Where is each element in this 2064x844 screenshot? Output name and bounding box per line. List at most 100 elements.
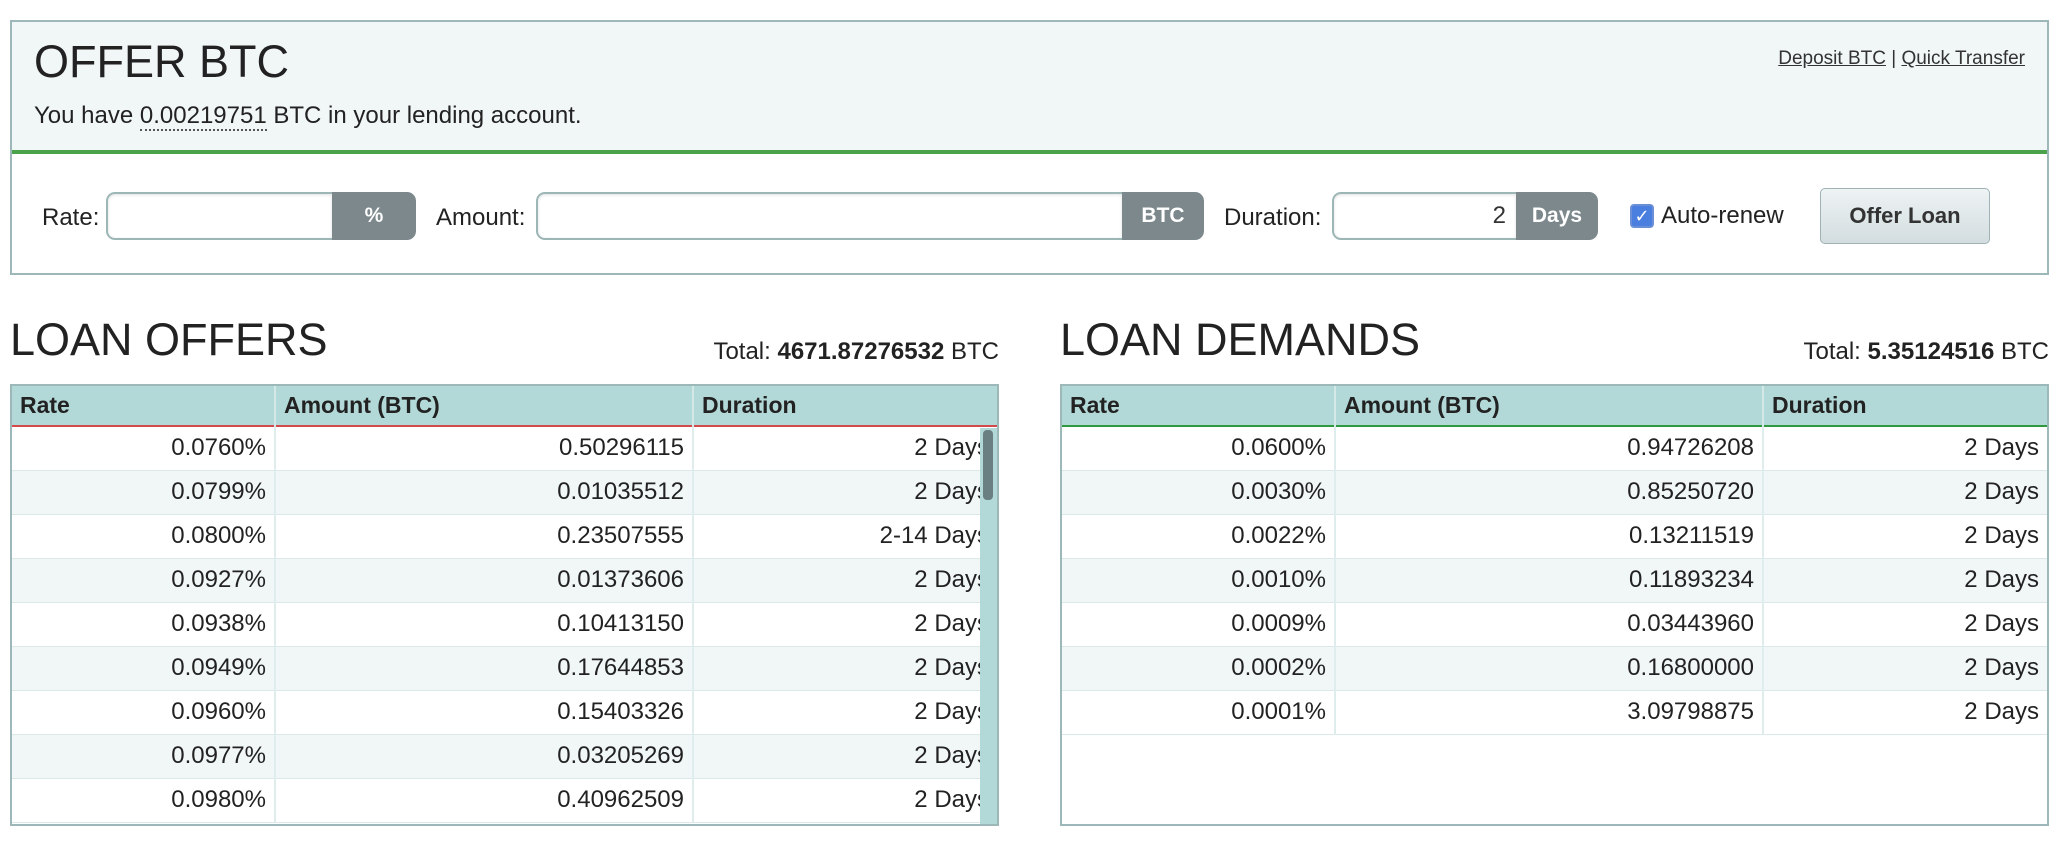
scrollbar-thumb[interactable] bbox=[983, 430, 993, 500]
total-value: 4671.87276532 bbox=[777, 338, 945, 365]
rate-input[interactable] bbox=[106, 192, 332, 240]
amount-input[interactable] bbox=[536, 192, 1122, 240]
table-row[interactable]: 0.0760% 0.50296115 2 Days bbox=[12, 426, 997, 471]
loan-offers-scrollbar[interactable] bbox=[980, 428, 997, 824]
cell-duration: 2 Days bbox=[693, 558, 997, 603]
amount-input-group: BTC bbox=[536, 192, 1204, 240]
cell-amount: 0.50296115 bbox=[275, 426, 694, 471]
cell-rate: 0.0960% bbox=[12, 690, 276, 735]
cell-duration: 2 Days bbox=[1763, 690, 2047, 735]
total-label: Total: bbox=[1803, 338, 1861, 365]
table-row[interactable]: 0.0001% 3.09798875 2 Days bbox=[1062, 690, 2047, 735]
table-row[interactable]: 0.0938% 0.10413150 2 Days bbox=[12, 602, 997, 647]
duration-input-group: Days bbox=[1332, 192, 1598, 240]
cell-duration: 2 Days bbox=[693, 426, 997, 471]
lending-balance-value[interactable]: 0.00219751 bbox=[139, 102, 267, 131]
total-unit: BTC bbox=[951, 338, 999, 365]
cell-duration: 2 Days bbox=[1763, 514, 2047, 559]
cell-duration: 2 Days bbox=[693, 734, 997, 779]
cell-rate: 0.0600% bbox=[1062, 426, 1336, 471]
autorenew-checkbox[interactable]: ✓ bbox=[1630, 204, 1654, 228]
offer-title: OFFER BTC bbox=[34, 36, 289, 87]
cell-amount: 0.01035512 bbox=[275, 470, 694, 515]
table-row[interactable]: 0.0022% 0.13211519 2 Days bbox=[1062, 514, 2047, 559]
cell-amount: 0.03205269 bbox=[275, 734, 694, 779]
offer-loan-button[interactable]: Offer Loan bbox=[1820, 188, 1990, 244]
table-row[interactable]: 0.0800% 0.23507555 2-14 Days bbox=[12, 514, 997, 559]
table-header-row: Rate Amount (BTC) Duration bbox=[1062, 386, 2047, 426]
cell-amount: 0.15403326 bbox=[275, 690, 694, 735]
cell-rate: 0.0760% bbox=[12, 426, 276, 471]
duration-input[interactable] bbox=[1332, 192, 1516, 240]
total-unit: BTC bbox=[2001, 338, 2049, 365]
autorenew-label[interactable]: Auto-renew bbox=[1661, 202, 1784, 230]
cell-rate: 0.0030% bbox=[1062, 470, 1336, 515]
table-row[interactable]: 0.0799% 0.01035512 2 Days bbox=[12, 470, 997, 515]
column-header-rate[interactable]: Rate bbox=[1062, 386, 1336, 426]
cell-rate: 0.0938% bbox=[12, 602, 276, 647]
balance-suffix: BTC in your lending account. bbox=[273, 102, 582, 129]
cell-amount: 0.13211519 bbox=[1335, 514, 1764, 559]
cell-rate: 0.0949% bbox=[12, 646, 276, 691]
table-row[interactable]: 0.0600% 0.94726208 2 Days bbox=[1062, 426, 2047, 471]
table-row[interactable]: 0.0980% 0.40962509 2 Days bbox=[12, 778, 997, 823]
table-row[interactable]: 0.0009% 0.03443960 2 Days bbox=[1062, 602, 2047, 647]
cell-duration: 2-14 Days bbox=[693, 514, 997, 559]
column-header-duration[interactable]: Duration bbox=[1763, 386, 2047, 426]
loan-demands-body: 0.0600% 0.94726208 2 Days 0.0030% 0.85250720… bbox=[1062, 426, 2047, 735]
cell-amount: 0.94726208 bbox=[1335, 426, 1764, 471]
loan-offers-body: 0.0760% 0.50296115 2 Days 0.0799% 0.01035512… bbox=[12, 426, 997, 823]
cell-rate: 0.0927% bbox=[12, 558, 276, 603]
cell-rate: 0.0977% bbox=[12, 734, 276, 779]
table-row[interactable]: 0.0977% 0.03205269 2 Days bbox=[12, 734, 997, 779]
cell-duration: 2 Days bbox=[693, 778, 997, 823]
cell-duration: 2 Days bbox=[693, 690, 997, 735]
column-header-amount[interactable]: Amount (BTC) bbox=[1335, 386, 1764, 426]
total-value: 5.35124516 bbox=[1867, 338, 1995, 365]
column-header-rate[interactable]: Rate bbox=[12, 386, 276, 426]
cell-duration: 2 Days bbox=[693, 470, 997, 515]
cell-amount: 0.16800000 bbox=[1335, 646, 1764, 691]
deposit-btc-link[interactable]: Deposit BTC bbox=[1778, 48, 1886, 69]
offer-form: Rate: % Amount: BTC Duration: Days ✓ Aut… bbox=[12, 158, 2047, 275]
table-header-row: Rate Amount (BTC) Duration bbox=[12, 386, 997, 426]
cell-duration: 2 Days bbox=[1763, 470, 2047, 515]
cell-amount: 0.23507555 bbox=[275, 514, 694, 559]
cell-duration: 2 Days bbox=[1763, 646, 2047, 691]
cell-rate: 0.0022% bbox=[1062, 514, 1336, 559]
offer-panel: OFFER BTC You have 0.00219751 BTC in you… bbox=[10, 20, 2049, 275]
cell-amount: 0.10413150 bbox=[275, 602, 694, 647]
table-row[interactable]: 0.0010% 0.11893234 2 Days bbox=[1062, 558, 2047, 603]
cell-amount: 3.09798875 bbox=[1335, 690, 1764, 735]
autorenew-control[interactable]: ✓ Auto-renew bbox=[1630, 202, 1784, 230]
cell-amount: 0.03443960 bbox=[1335, 602, 1764, 647]
cell-rate: 0.0980% bbox=[12, 778, 276, 823]
total-label: Total: bbox=[713, 338, 771, 365]
amount-label: Amount: bbox=[436, 204, 526, 231]
loan-offers-table: Rate Amount (BTC) Duration 0.0760% 0.5029… bbox=[12, 386, 997, 823]
cell-duration: 2 Days bbox=[1763, 558, 2047, 603]
loan-offers-table-wrap: Rate Amount (BTC) Duration 0.0760% 0.5029… bbox=[10, 384, 999, 826]
column-header-duration[interactable]: Duration bbox=[693, 386, 997, 426]
cell-duration: 2 Days bbox=[693, 602, 997, 647]
cell-duration: 2 Days bbox=[693, 646, 997, 691]
quick-transfer-link[interactable]: Quick Transfer bbox=[1901, 48, 2025, 69]
balance-prefix: You have bbox=[34, 102, 134, 129]
table-row[interactable]: 0.0002% 0.16800000 2 Days bbox=[1062, 646, 2047, 691]
loan-demands-total: Total: 5.35124516 BTC bbox=[1803, 338, 2049, 366]
cell-rate: 0.0800% bbox=[12, 514, 276, 559]
table-row[interactable]: 0.0927% 0.01373606 2 Days bbox=[12, 558, 997, 603]
table-row[interactable]: 0.0949% 0.17644853 2 Days bbox=[12, 646, 997, 691]
table-row[interactable]: 0.0960% 0.15403326 2 Days bbox=[12, 690, 997, 735]
duration-label: Duration: bbox=[1224, 204, 1322, 231]
loan-demands-table-wrap: Rate Amount (BTC) Duration 0.0600% 0.9472… bbox=[1060, 384, 2049, 826]
offer-panel-header: OFFER BTC You have 0.00219751 BTC in you… bbox=[12, 22, 2047, 154]
cell-rate: 0.0799% bbox=[12, 470, 276, 515]
duration-unit-addon: Days bbox=[1516, 192, 1598, 240]
table-row[interactable]: 0.0030% 0.85250720 2 Days bbox=[1062, 470, 2047, 515]
rate-input-group: % bbox=[106, 192, 416, 240]
cell-amount: 0.11893234 bbox=[1335, 558, 1764, 603]
rate-label: Rate: bbox=[42, 204, 100, 231]
cell-rate: 0.0001% bbox=[1062, 690, 1336, 735]
column-header-amount[interactable]: Amount (BTC) bbox=[275, 386, 694, 426]
